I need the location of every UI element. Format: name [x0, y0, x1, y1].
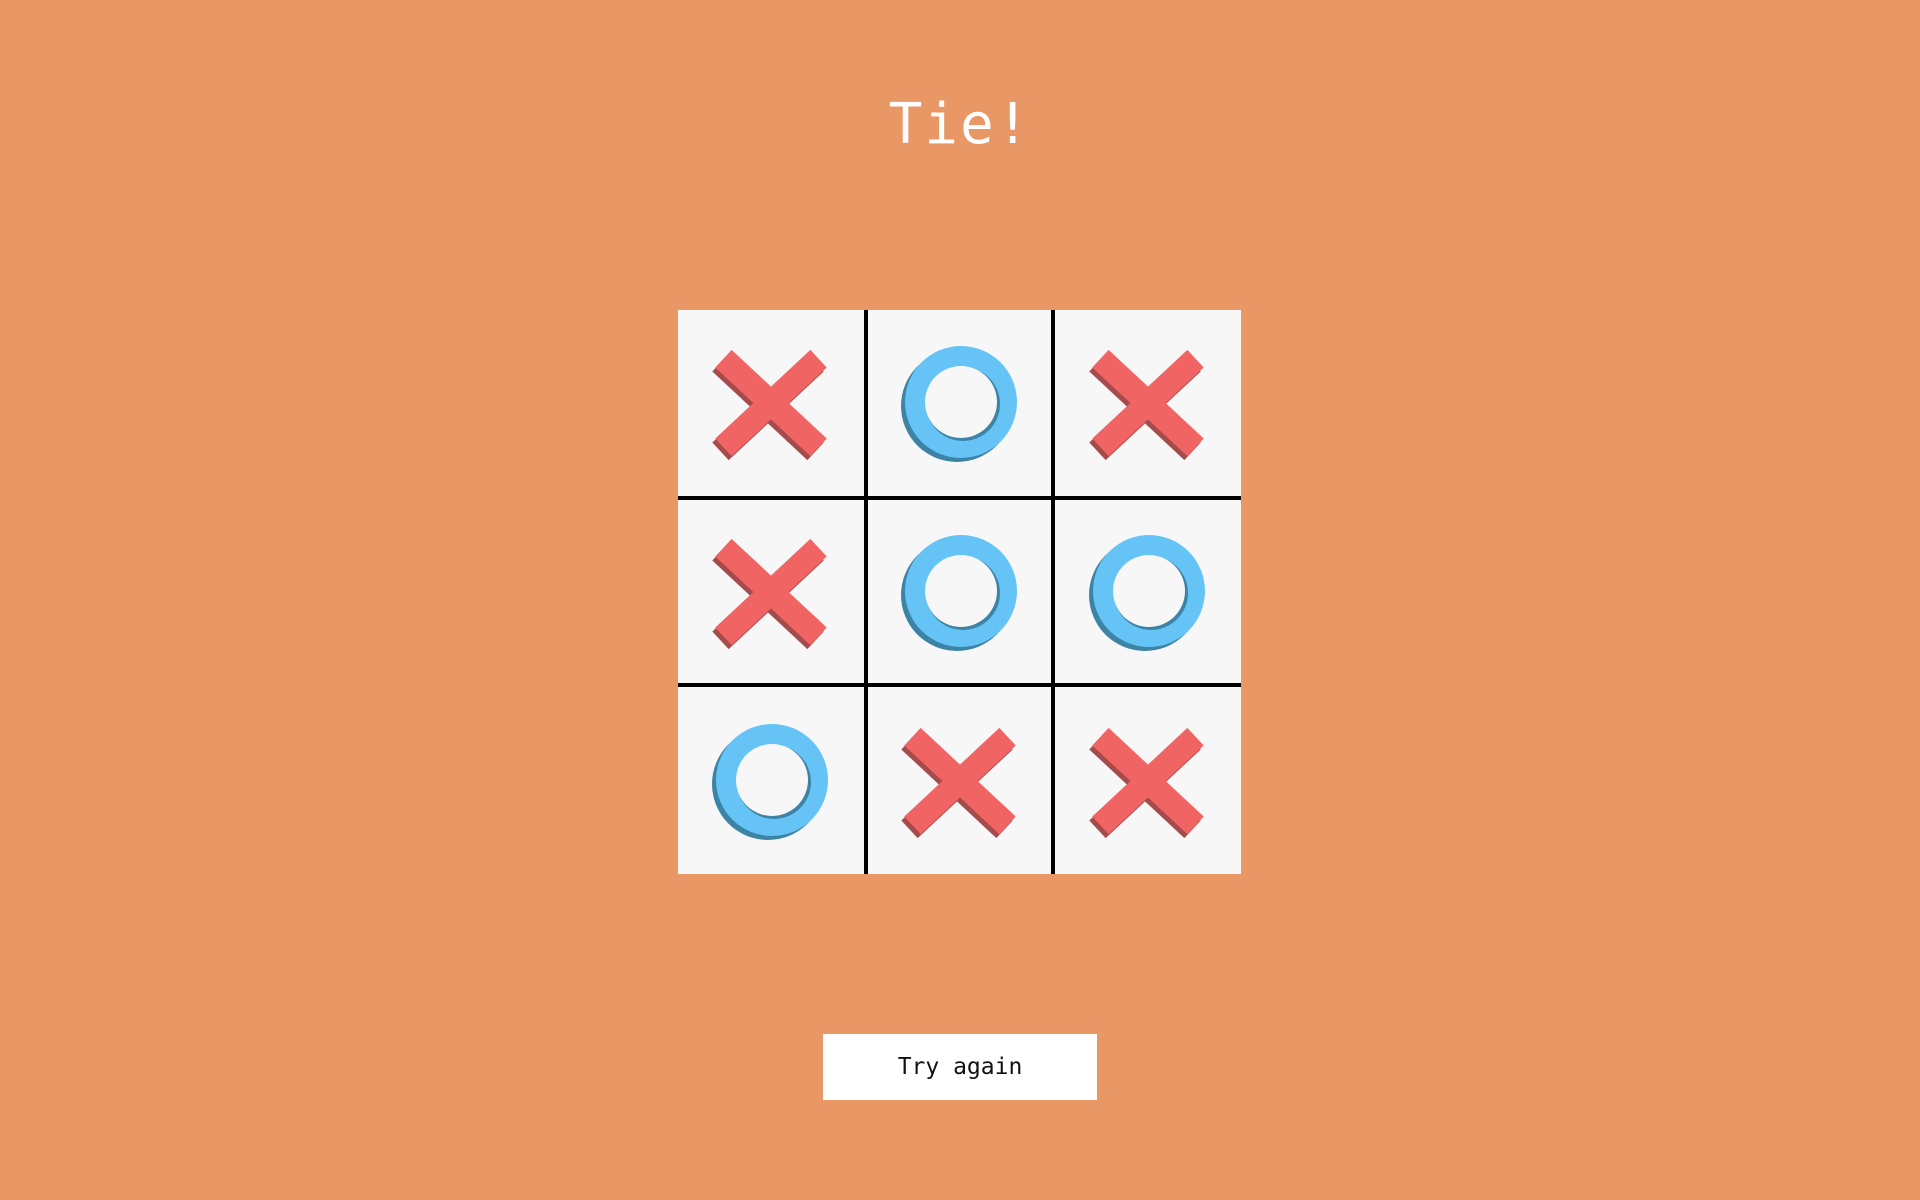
x-mark-icon [1073, 706, 1223, 856]
o-mark-icon [696, 706, 846, 856]
board-cell-7[interactable] [678, 687, 864, 874]
board-cell-3[interactable] [1055, 310, 1241, 496]
board-cell-4[interactable] [678, 500, 864, 683]
board-cell-2[interactable] [868, 310, 1051, 496]
x-mark-icon [696, 328, 846, 478]
x-mark-icon [885, 706, 1035, 856]
o-mark-icon [885, 328, 1035, 478]
board-cell-1[interactable] [678, 310, 864, 496]
board-cell-8[interactable] [868, 687, 1051, 874]
board-cell-5[interactable] [868, 500, 1051, 683]
board-cell-9[interactable] [1055, 687, 1241, 874]
game-status-title: Tie! [888, 92, 1032, 157]
x-mark-icon [1073, 328, 1223, 478]
x-mark-icon [696, 517, 846, 667]
tic-tac-toe-board [678, 310, 1241, 874]
o-mark-icon [885, 517, 1035, 667]
o-mark-icon [1073, 517, 1223, 667]
try-again-button[interactable]: Try again [823, 1034, 1097, 1100]
board-cell-6[interactable] [1055, 500, 1241, 683]
